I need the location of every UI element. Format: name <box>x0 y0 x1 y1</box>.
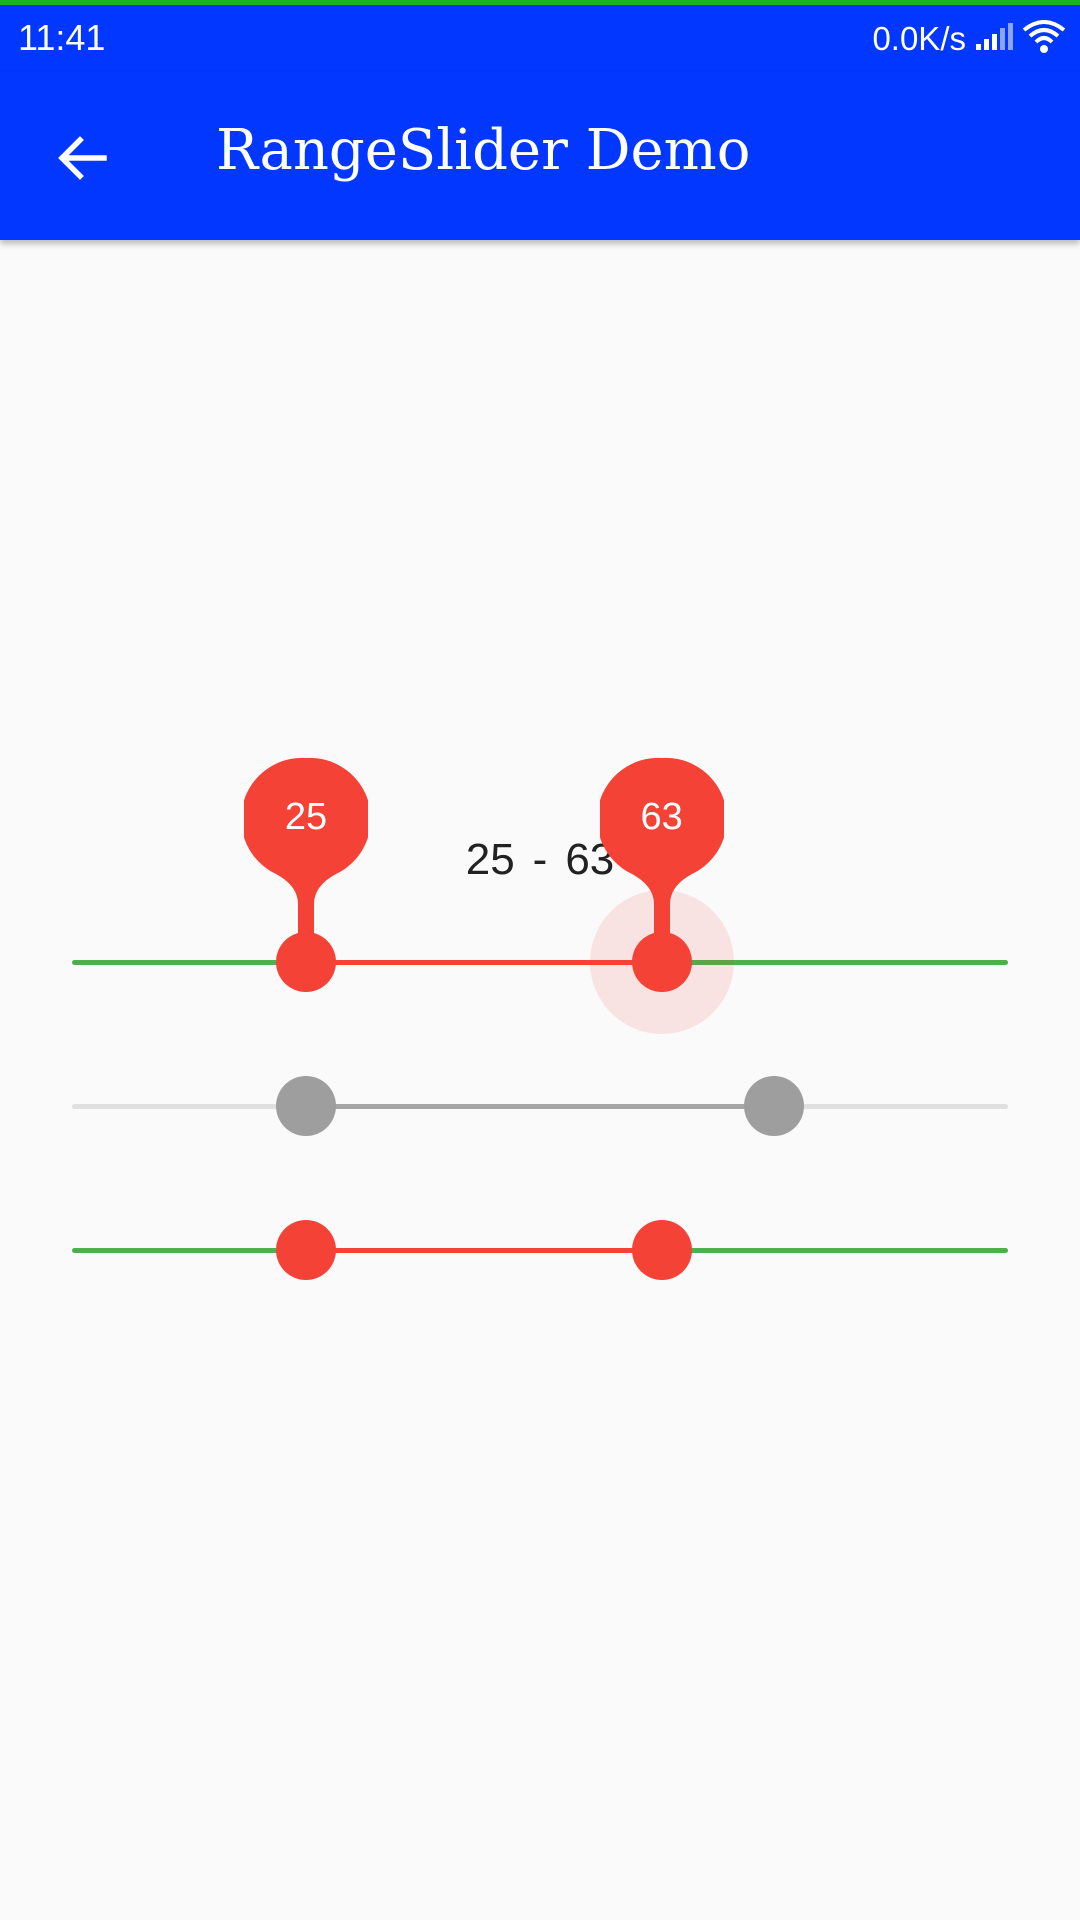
wifi-icon <box>1022 19 1066 59</box>
slider-active-track <box>306 1248 662 1253</box>
range-slider-plain[interactable] <box>72 1220 1008 1280</box>
slider-thumb-upper[interactable] <box>631 1220 692 1280</box>
slider-thumb-upper <box>744 1076 804 1136</box>
range-lower-value: 25 <box>465 835 515 884</box>
network-speed: 0.0K/s <box>872 20 966 57</box>
value-indicator-upper-text: 63 <box>640 796 683 838</box>
slider-thumb-lower <box>276 1076 336 1136</box>
status-icons: 0.0K/s <box>872 17 1066 61</box>
slider-thumb-upper[interactable] <box>631 932 692 992</box>
status-time: 11:41 <box>18 17 106 58</box>
range-value-label: 25-63 <box>0 835 1080 885</box>
slider-active-track <box>306 1104 774 1109</box>
range-slider-disabled[interactable] <box>72 1076 1008 1136</box>
slider-thumb-lower[interactable] <box>276 932 336 992</box>
range-separator: - <box>532 835 548 884</box>
range-slider-labeled[interactable]: 25 63 <box>72 757 1008 1034</box>
slider-thumb-lower[interactable] <box>276 1220 336 1280</box>
signal-icon <box>974 22 1014 57</box>
arrow-back-icon <box>58 136 107 180</box>
app-title: RangeSlider Demo <box>216 118 751 183</box>
range-upper-value: 63 <box>565 835 615 884</box>
app-bar: RangeSlider Demo <box>0 72 1080 240</box>
back-button[interactable] <box>40 116 124 200</box>
status-bar: 11:41 0.0K/s <box>0 0 1080 72</box>
value-indicator-lower-text: 25 <box>284 796 328 838</box>
